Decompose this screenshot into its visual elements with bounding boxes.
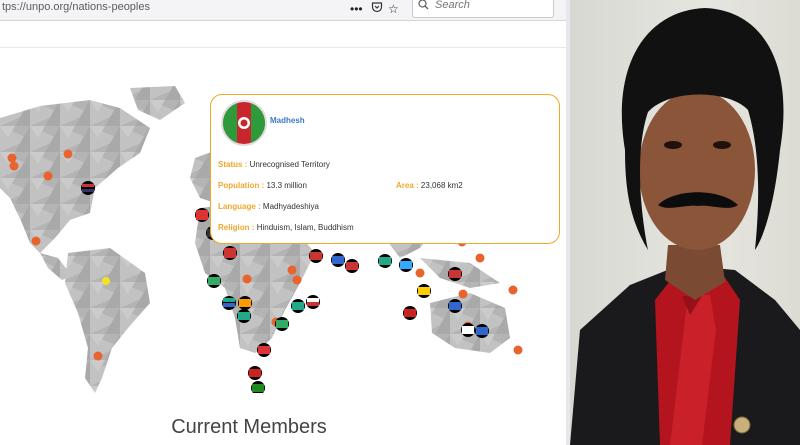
member-marker[interactable] — [93, 351, 103, 361]
flag-pin[interactable] — [238, 296, 252, 310]
member-marker[interactable] — [458, 289, 468, 299]
member-marker[interactable] — [43, 171, 53, 181]
member-marker[interactable] — [63, 149, 73, 159]
world-map[interactable]: Madhesh Status : Unrecognised Territory … — [0, 48, 566, 393]
flag-pin[interactable] — [448, 267, 462, 281]
search-icon — [418, 0, 429, 13]
flag-pin[interactable] — [306, 295, 320, 309]
flag-pin[interactable] — [403, 306, 417, 320]
north-america-landmass — [0, 100, 150, 253]
flag-pin[interactable] — [448, 299, 462, 313]
flag-pin[interactable] — [309, 249, 323, 263]
south-america-landmass — [65, 248, 150, 393]
search-input[interactable] — [435, 0, 545, 11]
population-value: 13.3 million — [266, 181, 307, 190]
religion-value: Hinduism, Islam, Buddhism — [256, 223, 354, 232]
madhesh-flag-icon — [221, 100, 267, 146]
area-field: Area : 23,068 km2 — [396, 181, 463, 190]
flag-pin[interactable] — [461, 323, 475, 337]
flag-pin[interactable] — [345, 259, 359, 273]
member-marker[interactable] — [415, 268, 425, 278]
greenland-landmass — [130, 86, 185, 120]
flag-pin[interactable] — [291, 299, 305, 313]
flag-pin[interactable] — [248, 366, 262, 380]
flag-pin[interactable] — [275, 317, 289, 331]
site-nav-strip — [0, 21, 566, 48]
portrait-photo — [570, 0, 800, 445]
popup-title[interactable]: Madhesh — [270, 116, 305, 125]
status-value: Unrecognised Territory — [249, 160, 330, 169]
member-marker[interactable] — [475, 253, 485, 263]
religion-field: Religion : Hinduism, Islam, Buddhism — [218, 223, 354, 232]
url-bar[interactable]: tps://unpo.org/nations-peoples — [2, 1, 150, 13]
status-label: Status : — [218, 160, 248, 169]
bookmark-star-icon[interactable]: ☆ — [388, 1, 399, 17]
status-field: Status : Unrecognised Territory — [218, 160, 330, 169]
flag-pin[interactable] — [378, 254, 392, 268]
highlight-marker[interactable] — [102, 277, 110, 285]
flag-pin[interactable] — [222, 296, 236, 310]
language-field: Language : Madhyadeshiya — [218, 202, 319, 211]
population-label: Population : — [218, 181, 265, 190]
flag-pin[interactable] — [417, 284, 431, 298]
member-info-popup[interactable]: Madhesh Status : Unrecognised Territory … — [210, 94, 560, 244]
more-icon[interactable]: ••• — [350, 1, 363, 17]
flag-pin[interactable] — [399, 258, 413, 272]
language-label: Language : — [218, 202, 261, 211]
flag-pin[interactable] — [331, 253, 345, 267]
current-members-heading: Current Members — [171, 416, 327, 438]
flag-pin[interactable] — [81, 181, 95, 195]
member-marker[interactable] — [31, 236, 41, 246]
browser-toolbar: tps://unpo.org/nations-peoples ••• ☆ — [0, 0, 570, 21]
browser-window: tps://unpo.org/nations-peoples ••• ☆ Sea… — [0, 0, 570, 445]
religion-label: Religion : — [218, 223, 255, 232]
flag-pin[interactable] — [257, 343, 271, 357]
flag-pin[interactable] — [237, 309, 251, 323]
population-field: Population : 13.3 million — [218, 181, 307, 190]
flag-pin[interactable] — [475, 324, 489, 338]
pocket-icon[interactable] — [371, 1, 383, 17]
flag-pin[interactable] — [223, 246, 237, 260]
member-marker[interactable] — [287, 265, 297, 275]
member-marker[interactable] — [513, 345, 523, 355]
member-marker[interactable] — [242, 274, 252, 284]
flag-pin[interactable] — [195, 208, 209, 222]
area-label: Area : — [396, 181, 419, 190]
flag-pin[interactable] — [251, 381, 265, 393]
member-marker[interactable] — [508, 285, 518, 295]
area-value: 23,068 km2 — [420, 181, 463, 190]
member-marker[interactable] — [9, 161, 19, 171]
member-marker[interactable] — [292, 275, 302, 285]
member-marker[interactable] — [7, 153, 17, 163]
search-box[interactable] — [412, 0, 554, 18]
flag-pin[interactable] — [207, 274, 221, 288]
language-value: Madhyadeshiya — [262, 202, 319, 211]
